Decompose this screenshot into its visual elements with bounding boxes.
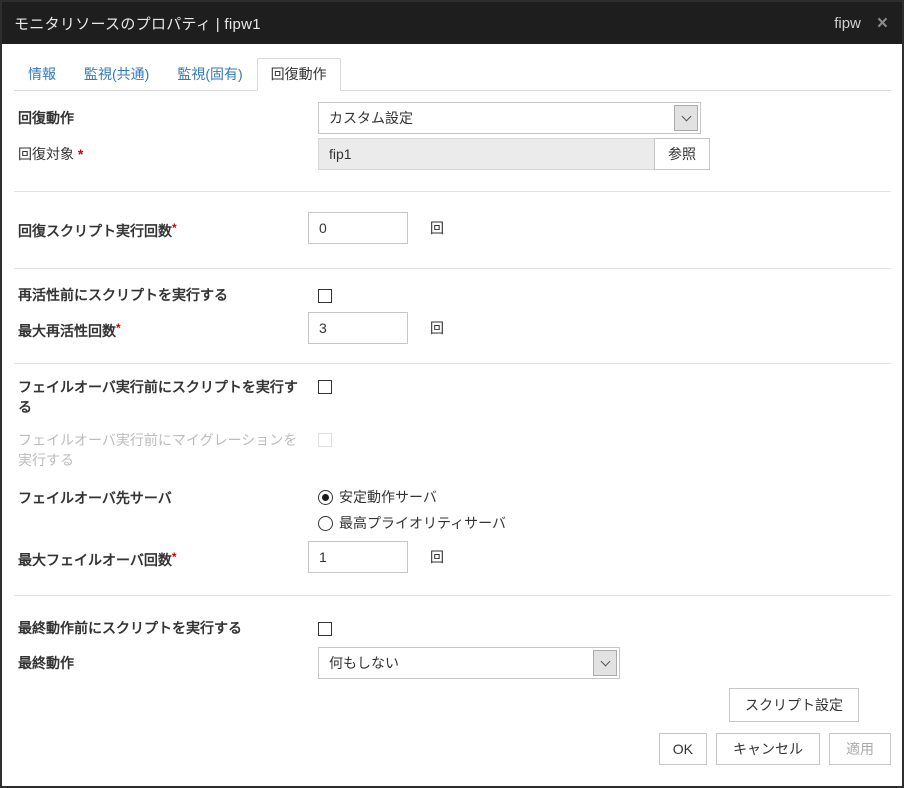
required-mark: * xyxy=(172,550,177,564)
max-failover-count-field[interactable] xyxy=(308,541,408,573)
count-unit-label: 回 xyxy=(430,541,444,567)
migration-before-failover-checkbox xyxy=(318,433,332,447)
dialog-title: モニタリソースのプロパティ | fipw1 xyxy=(14,13,261,34)
script-before-final-action-checkbox[interactable] xyxy=(318,622,332,636)
cancel-button[interactable]: キャンセル xyxy=(716,733,820,765)
section-recovery-action: 回復動作 カスタム設定 回復対象 * 参照 xyxy=(14,91,891,192)
required-mark: * xyxy=(116,321,121,335)
close-icon[interactable]: × xyxy=(877,14,888,33)
count-unit-label: 回 xyxy=(430,312,444,338)
final-action-select[interactable]: 何もしない xyxy=(318,647,620,679)
monitor-resource-properties-dialog: モニタリソースのプロパティ | fipw1 fipw × 情報 監視(共通) 監… xyxy=(0,0,904,788)
script-before-final-action-label: 最終動作前にスクリプトを実行する xyxy=(18,618,318,638)
apply-button[interactable]: 適用 xyxy=(829,733,891,765)
radio-selected-icon xyxy=(318,490,333,505)
max-failover-count-label: 最大フェイルオーバ回数* xyxy=(18,541,318,570)
migration-before-failover-label: フェイルオーバ実行前にマイグレーションを実行する xyxy=(18,430,318,470)
count-unit-label: 回 xyxy=(430,212,444,238)
script-before-reactivation-checkbox[interactable] xyxy=(318,289,332,303)
failover-destination-radios: 安定動作サーバ 最高プライオリティサーバ xyxy=(318,484,506,536)
section-failover: フェイルオーバ実行前にスクリプトを実行する フェイルオーバ実行前にマイグレーショ… xyxy=(14,364,891,596)
section-recovery-script: 回復スクリプト実行回数* 回 xyxy=(14,192,891,269)
script-before-failover-checkbox[interactable] xyxy=(318,380,332,394)
script-settings-button[interactable]: スクリプト設定 xyxy=(729,688,859,722)
max-reactivation-count-label: 最大再活性回数* xyxy=(18,312,318,341)
section-final-action: 最終動作前にスクリプトを実行する 最終動作 何もしない xyxy=(14,596,891,679)
form-content: 回復動作 カスタム設定 回復対象 * 参照 回復スクリプト実行 xyxy=(2,91,902,765)
recovery-script-count-label: 回復スクリプト実行回数* xyxy=(18,212,318,241)
ok-button[interactable]: OK xyxy=(659,733,707,765)
tab-monitor-special[interactable]: 監視(固有) xyxy=(163,58,256,91)
radio-unselected-icon xyxy=(318,516,333,531)
tab-recovery-action[interactable]: 回復動作 xyxy=(257,58,341,91)
required-mark: * xyxy=(172,221,177,235)
final-action-value: 何もしない xyxy=(319,648,591,678)
script-settings-row: スクリプト設定 xyxy=(14,688,859,722)
radio-highest-priority-server[interactable]: 最高プライオリティサーバ xyxy=(318,510,506,536)
chevron-down-icon xyxy=(593,650,617,676)
context-label: fipw xyxy=(834,15,861,32)
recovery-script-count-field[interactable] xyxy=(308,212,408,244)
script-before-reactivation-label: 再活性前にスクリプトを実行する xyxy=(18,285,318,305)
radio-stable-server[interactable]: 安定動作サーバ xyxy=(318,484,506,510)
script-before-failover-label: フェイルオーバ実行前にスクリプトを実行する xyxy=(18,377,318,417)
chevron-down-icon xyxy=(674,105,698,131)
section-reactivation: 再活性前にスクリプトを実行する 最大再活性回数* 回 xyxy=(14,269,891,364)
recovery-action-select[interactable]: カスタム設定 xyxy=(318,102,701,134)
radio-stable-server-label: 安定動作サーバ xyxy=(339,488,437,506)
tab-bar: 情報 監視(共通) 監視(固有) 回復動作 xyxy=(14,58,891,91)
browse-button[interactable]: 参照 xyxy=(654,138,710,170)
recovery-target-field xyxy=(318,138,655,170)
radio-highest-priority-server-label: 最高プライオリティサーバ xyxy=(339,514,506,532)
recovery-action-value: カスタム設定 xyxy=(319,103,672,133)
max-reactivation-count-field[interactable] xyxy=(308,312,408,344)
final-action-label: 最終動作 xyxy=(18,647,318,673)
failover-destination-label: フェイルオーバ先サーバ xyxy=(18,484,318,508)
required-mark: * xyxy=(78,146,83,162)
tab-monitor-common[interactable]: 監視(共通) xyxy=(70,58,163,91)
dialog-action-row: OK キャンセル 適用 xyxy=(14,733,891,765)
tab-info[interactable]: 情報 xyxy=(14,58,70,91)
titlebar: モニタリソースのプロパティ | fipw1 fipw × xyxy=(2,2,902,44)
recovery-action-label: 回復動作 xyxy=(18,102,318,128)
recovery-target-label: 回復対象 * xyxy=(18,138,318,164)
